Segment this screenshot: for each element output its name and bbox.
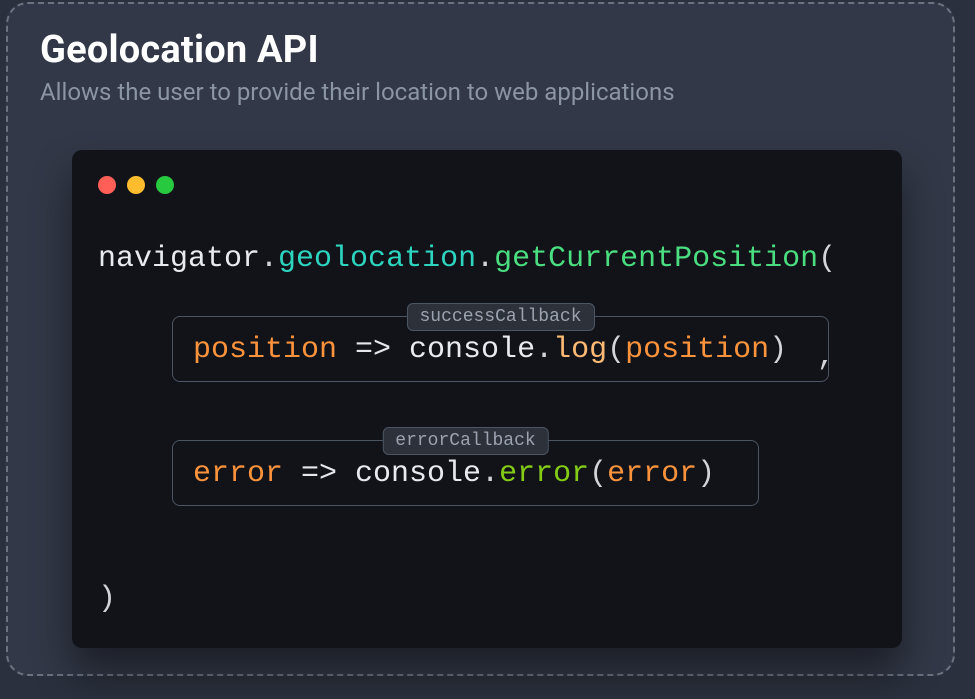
token-open-paren: ( <box>589 457 607 491</box>
token-navigator: navigator <box>98 242 260 276</box>
code-window: navigator.geolocation.getCurrentPosition… <box>72 150 902 648</box>
traffic-yellow-icon <box>127 176 145 194</box>
token-close-paren: ) <box>697 457 715 491</box>
token-param: error <box>193 457 283 491</box>
token-dot: . <box>476 242 494 276</box>
token-geolocation: geolocation <box>278 242 476 276</box>
token-comma: , <box>817 340 835 374</box>
token-arg: position <box>625 333 769 367</box>
traffic-green-icon <box>156 176 174 194</box>
token-open-paren: ( <box>607 333 625 367</box>
token-dot: . <box>260 242 278 276</box>
token-close-paren: ) <box>98 582 116 616</box>
error-callback-label: errorCallback <box>382 427 548 455</box>
card-title: Geolocation API <box>40 28 319 72</box>
success-callback-box: successCallback position => console.log(… <box>172 316 829 382</box>
error-callback-box: errorCallback error => console.error(err… <box>172 440 759 506</box>
token-arrow: => <box>283 457 355 491</box>
token-param: position <box>193 333 337 367</box>
token-method: getCurrentPosition <box>494 242 818 276</box>
token-arrow: => <box>337 333 409 367</box>
token-dot: . <box>481 457 499 491</box>
token-console: console <box>409 333 535 367</box>
code-line-1: navigator.geolocation.getCurrentPosition… <box>98 238 836 282</box>
token-close-paren: ) <box>769 333 787 367</box>
traffic-red-icon <box>98 176 116 194</box>
api-card: Geolocation API Allows the user to provi… <box>6 2 955 676</box>
success-callback-label: successCallback <box>406 303 594 331</box>
card-subtitle: Allows the user to provide their locatio… <box>40 78 675 106</box>
token-console: console <box>355 457 481 491</box>
token-arg: error <box>607 457 697 491</box>
token-open-paren: ( <box>818 242 836 276</box>
window-traffic-lights <box>98 176 174 194</box>
token-dot: . <box>535 333 553 367</box>
token-error: error <box>499 457 589 491</box>
token-log: log <box>553 333 607 367</box>
